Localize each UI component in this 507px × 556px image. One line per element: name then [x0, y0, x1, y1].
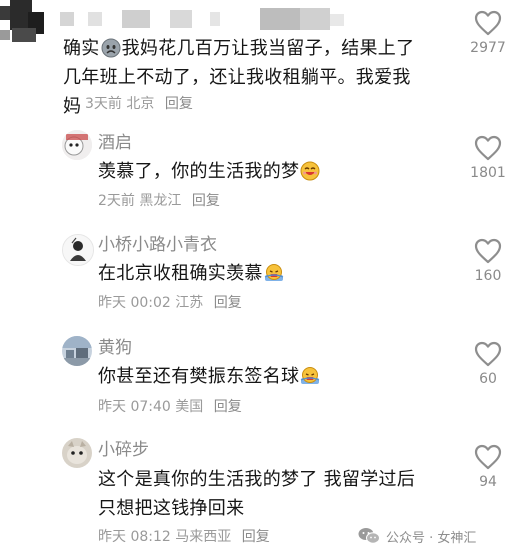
grinning-face-emoji: [300, 161, 320, 181]
comment-meta: 昨天 08:12 马来西亚 回复: [98, 528, 270, 546]
comment-time: 2天前: [98, 193, 135, 209]
like-button[interactable]: 94: [463, 444, 507, 490]
like-count: 160: [474, 268, 502, 284]
like-count: 60: [479, 371, 497, 387]
blurred-avatar: [0, 0, 48, 44]
comment-meta: 3天前 北京 回复: [85, 95, 193, 113]
heart-outline-icon: [474, 135, 502, 161]
comment-meta: 2天前 黑龙江 回复: [98, 192, 220, 210]
sweating-face-emoji: [300, 366, 320, 386]
sweating-face-emoji: [264, 263, 284, 283]
comment-location: 马来西亚: [175, 529, 232, 545]
comment-username[interactable]: 黄狗: [98, 337, 132, 359]
reply-button[interactable]: 回复: [192, 193, 220, 209]
watermark-text: 公众号 · 女神汇: [386, 530, 477, 546]
comment-time: 昨天 00:02: [98, 295, 171, 311]
comment-time: 3天前: [85, 96, 122, 112]
comment-username[interactable]: 小桥小路小青衣: [98, 234, 217, 256]
comment-username[interactable]: 小碎步: [98, 439, 149, 461]
avatar[interactable]: [62, 130, 92, 160]
heart-outline-icon: [474, 444, 502, 470]
like-count: 94: [479, 474, 497, 490]
comment-text: 你甚至还有樊振东签名球: [98, 362, 321, 391]
reply-button[interactable]: 回复: [165, 96, 193, 112]
heart-outline-icon: [474, 10, 502, 36]
like-button[interactable]: 60: [463, 341, 507, 387]
comment-text: 羡慕了，你的生活我的梦: [98, 157, 321, 186]
avatar[interactable]: [62, 438, 92, 468]
like-button[interactable]: 160: [463, 238, 507, 284]
comment-text: 这个是真你的生活我的梦了 我留学过后 只想把这钱挣回来: [98, 469, 416, 519]
blurred-username: [60, 8, 350, 30]
avatar[interactable]: [62, 234, 94, 266]
comment-location: 黑龙江: [139, 193, 182, 209]
heart-outline-icon: [474, 341, 502, 367]
crying-face-emoji: [101, 38, 121, 58]
comment-meta: 昨天 07:40 美国 回复: [98, 398, 242, 416]
comment-location: 美国: [175, 399, 204, 415]
reply-button[interactable]: 回复: [214, 295, 242, 311]
comment-username[interactable]: 酒启: [98, 132, 132, 154]
comment-time: 昨天 07:40: [98, 399, 171, 415]
reply-button[interactable]: 回复: [242, 529, 270, 545]
wechat-logo-icon: [358, 528, 380, 544]
watermark: 公众号 · 女神汇: [358, 526, 476, 546]
like-button[interactable]: 2977: [463, 10, 507, 56]
comment-text: 在北京收租确实羡慕: [98, 259, 285, 288]
avatar[interactable]: [62, 336, 92, 366]
comment-location: 江苏: [175, 295, 204, 311]
like-count: 2977: [470, 40, 506, 56]
comment-meta: 昨天 00:02 江苏 回复: [98, 294, 242, 312]
reply-button[interactable]: 回复: [214, 399, 242, 415]
comment-time: 昨天 08:12: [98, 529, 171, 545]
like-button[interactable]: 1801: [463, 135, 507, 181]
comment-location: 北京: [126, 96, 155, 112]
heart-outline-icon: [474, 238, 502, 264]
like-count: 1801: [470, 165, 506, 181]
